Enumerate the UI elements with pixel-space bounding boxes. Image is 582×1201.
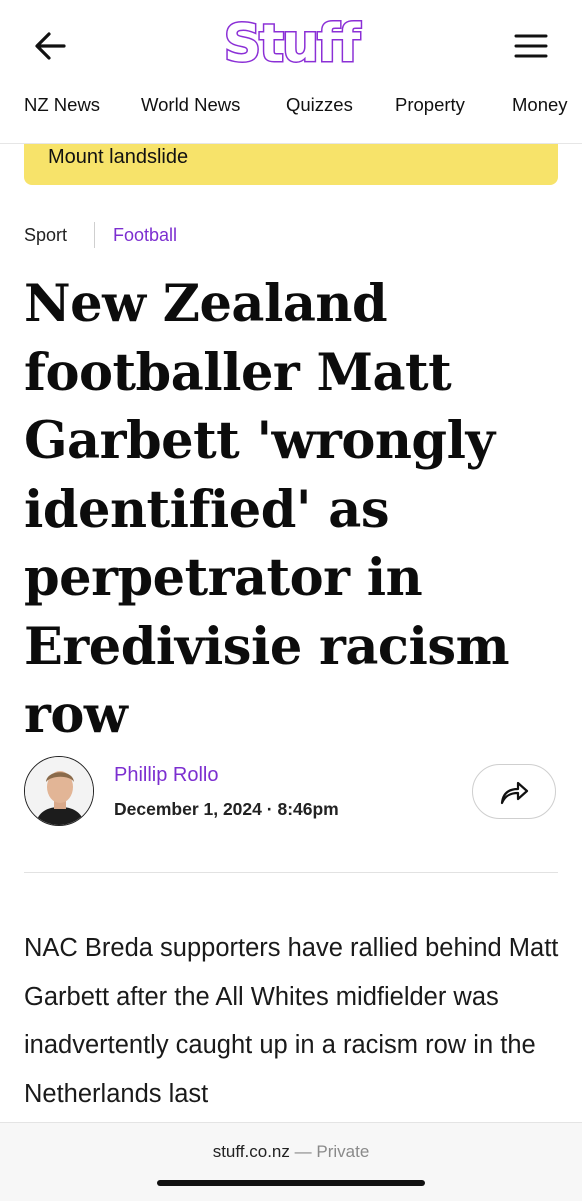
- publish-date: December 1, 2024: [114, 799, 262, 819]
- section-nav: NZ News World News Quizzes Property Mone…: [0, 88, 582, 122]
- date-separator: ·: [266, 799, 273, 819]
- nav-item-nz-news[interactable]: NZ News: [24, 94, 100, 116]
- nav-item-money[interactable]: Money: [512, 94, 568, 116]
- breadcrumb-football[interactable]: Football: [113, 225, 177, 246]
- nav-item-world-news[interactable]: World News: [141, 94, 240, 116]
- home-indicator[interactable]: [157, 1180, 425, 1186]
- breadcrumb-divider: [94, 222, 95, 248]
- url-domain: stuff.co.nz: [212, 1142, 290, 1161]
- share-icon: [500, 781, 529, 805]
- url-separator: —: [294, 1142, 312, 1161]
- private-mode-label: Private: [316, 1142, 370, 1161]
- author-avatar[interactable]: [24, 756, 94, 826]
- url-display[interactable]: stuff.co.nz — Private: [0, 1142, 582, 1162]
- author-name[interactable]: Phillip Rollo: [114, 764, 219, 787]
- byline-divider: [24, 872, 558, 873]
- publish-time: 8:46pm: [277, 799, 339, 819]
- breadcrumb-sport[interactable]: Sport: [24, 225, 67, 246]
- article-headline: New Zealand footballer Matt Garbett 'wro…: [24, 274, 510, 745]
- nav-item-property[interactable]: Property: [395, 94, 465, 116]
- hamburger-menu-icon: [514, 34, 548, 58]
- author-photo: [25, 757, 93, 825]
- browser-bottom-bar: stuff.co.nz — Private: [0, 1122, 582, 1201]
- site-header: Stuff NZ News World News Quizzes Propert…: [0, 0, 582, 144]
- article-body: NAC Breda supporters have rallied behind…: [24, 934, 559, 1108]
- nav-item-quizzes[interactable]: Quizzes: [286, 94, 353, 116]
- menu-button[interactable]: [512, 30, 552, 62]
- stuff-logo[interactable]: Stuff: [0, 13, 582, 76]
- share-button[interactable]: [472, 764, 556, 819]
- publish-dateline: December 1, 2024 · 8:46pm: [114, 799, 339, 820]
